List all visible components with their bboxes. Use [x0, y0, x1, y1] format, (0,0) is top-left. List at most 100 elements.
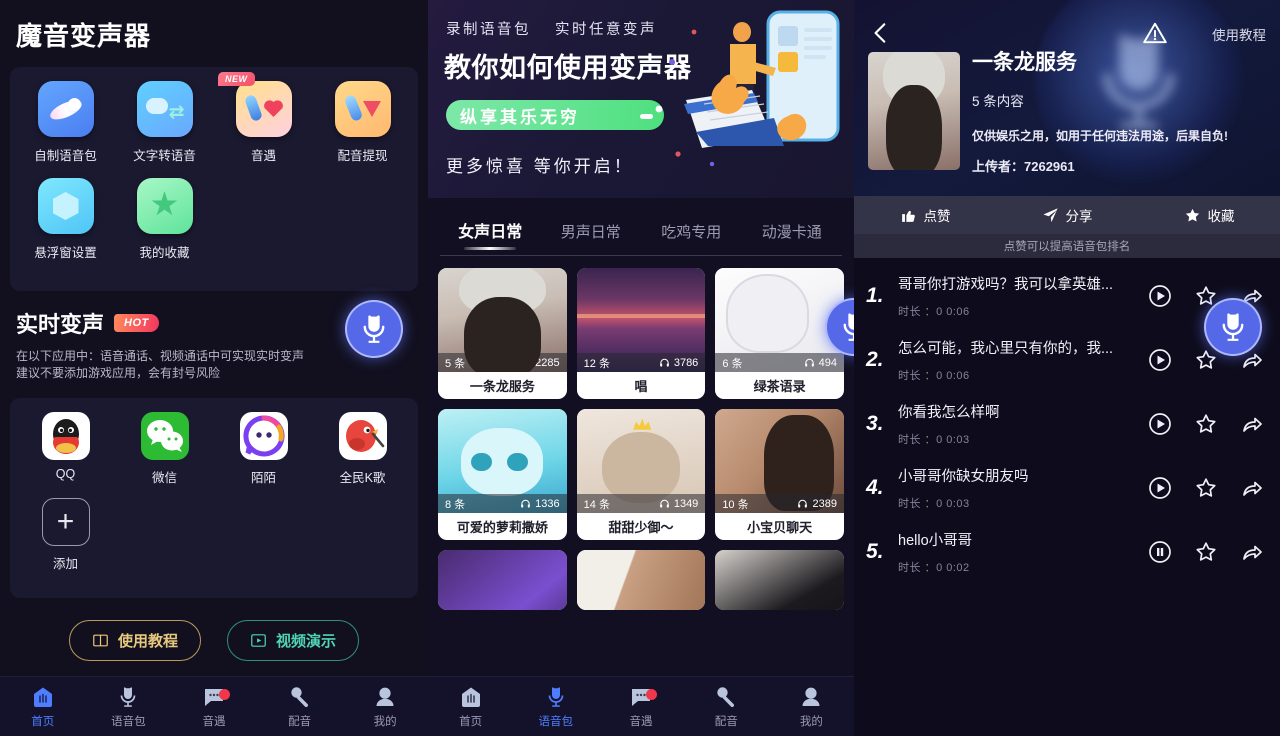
clip-name: 哥哥你打游戏吗？我可以拿英雄...: [898, 277, 1114, 293]
pack-action-bar: 点赞 分享 收藏: [854, 196, 1280, 234]
headphone-icon: [798, 499, 808, 508]
voice-clip-item[interactable]: 5. hello小哥哥 时长 ：0 0:02: [854, 520, 1280, 584]
voice-pack-card-partial[interactable]: [715, 550, 844, 610]
clip-texts: 哥哥你打游戏吗？我可以拿英雄... 时长 ：0 0:06: [898, 273, 1148, 319]
card-meta: 10 条 2389: [715, 494, 844, 513]
voice-pack-card[interactable]: 6 条 494 绿茶语录: [715, 268, 844, 399]
nav-item-配音[interactable]: 配音: [257, 685, 343, 729]
star-icon[interactable]: [1194, 540, 1218, 564]
play-icon[interactable]: [1148, 476, 1172, 500]
tutorial-button-label: 使用教程: [117, 633, 178, 650]
thumbs-up-icon: [901, 210, 915, 222]
duration-value: 0 0:03: [936, 498, 970, 510]
realtime-app-微信[interactable]: 微信: [115, 412, 214, 486]
duration-value: 0 0:03: [936, 434, 970, 446]
voice-pack-card[interactable]: 14 条 1349 甜甜少御～: [576, 409, 706, 540]
share-button[interactable]: 分享: [996, 205, 1138, 225]
card-thumbnail: 14 条 1349: [576, 409, 706, 513]
realtime-app-添加[interactable]: + 添加: [16, 498, 115, 572]
nav-item-我的[interactable]: 我的: [769, 685, 854, 729]
pack-detail-hero: 使用教程 一条龙服务 5 条内容 仅供娱乐之用，如用于任何违法用途，后果自负! …: [854, 0, 1280, 196]
nav-label: 音遇: [629, 715, 653, 728]
star-icon[interactable]: [1194, 476, 1218, 500]
banner-subline-b: 实时任意变声: [555, 22, 657, 38]
pause-icon[interactable]: [1148, 540, 1172, 564]
tab-女声日常[interactable]: 女声日常: [440, 218, 541, 256]
realtime-app-全民K歌[interactable]: 全民K歌: [313, 412, 412, 486]
star-icon[interactable]: [1194, 412, 1218, 436]
pack-info: 一条龙服务 5 条内容 仅供娱乐之用，如用于任何违法用途，后果自负! 上传者：7…: [972, 46, 1268, 175]
wechat-icon: [140, 412, 189, 460]
feature-item-0[interactable]: 自制语音包: [16, 81, 115, 164]
voice-pack-grid: 5 条 2285 一条龙服务 12 条 3786 唱 6 条 494 绿茶语录 …: [428, 256, 854, 610]
tutorial-button[interactable]: 使用教程: [68, 620, 201, 661]
profile-icon: [376, 687, 394, 706]
nav-item-首页[interactable]: 首页: [0, 685, 86, 729]
voice-pack-card[interactable]: 8 条 1336 可爱的萝莉撒娇: [438, 409, 567, 540]
favorite-label: 收藏: [1207, 209, 1235, 224]
voice-clip-item[interactable]: 4. 小哥哥你缺女朋友吗 时长 ：0 0:03: [854, 456, 1280, 520]
voice-pack-card[interactable]: 12 条 3786 唱: [576, 268, 706, 399]
video-demo-button[interactable]: 视频演示: [227, 620, 360, 661]
realtime-app-陌陌[interactable]: 陌陌: [214, 412, 313, 486]
clip-name: 小哥哥你缺女朋友吗: [898, 469, 1029, 485]
nav-item-配音[interactable]: 配音: [684, 685, 769, 729]
share-arrow-icon[interactable]: [1240, 540, 1264, 564]
duration-value: 0 0:06: [936, 306, 970, 318]
banner-footline: 更多惊喜 等你开启！: [446, 157, 634, 176]
nav-item-首页[interactable]: 首页: [428, 685, 513, 729]
feature-item-4[interactable]: 悬浮窗设置: [16, 178, 115, 261]
nav-item-音遇[interactable]: 音遇: [598, 685, 683, 729]
tab-吃鸡专用[interactable]: 吃鸡专用: [641, 221, 742, 256]
floating-mic-button-right[interactable]: [1204, 298, 1262, 356]
nav-item-音遇[interactable]: 音遇: [171, 685, 257, 729]
duration-value: 0 0:06: [936, 370, 970, 382]
nav-label: 语音包: [538, 715, 574, 728]
card-plays: 1336: [520, 498, 560, 510]
share-arrow-icon[interactable]: [1240, 412, 1264, 436]
floating-mic-button-left[interactable]: [345, 300, 403, 358]
nav-label: 我的: [373, 715, 397, 728]
realtime-desc-line1: 在以下应用中：语音通话、视频通话中可实现实时变声: [16, 349, 305, 363]
like-button[interactable]: 点赞: [854, 205, 996, 225]
left-button-row: 使用教程 视频演示: [0, 620, 428, 661]
voice-pack-icon: [548, 686, 564, 707]
realtime-app-QQ[interactable]: QQ: [16, 412, 115, 486]
tab-男声日常[interactable]: 男声日常: [541, 221, 642, 256]
voice-clip-item[interactable]: 3. 你看我怎么样啊 时长 ：0 0:03: [854, 392, 1280, 456]
book-icon: [93, 634, 108, 647]
dubbing-icon: [717, 686, 735, 707]
star-icon[interactable]: [1194, 348, 1218, 372]
promo-banner[interactable]: 录制语音包 实时任意变声 教你如何使用变声器 纵享其乐无穷 更多惊喜 等你开启！: [428, 0, 854, 198]
back-button[interactable]: [868, 20, 894, 46]
feature-label: 悬浮窗设置: [34, 246, 97, 260]
nav-item-我的[interactable]: 我的: [342, 685, 428, 729]
play-icon[interactable]: [1148, 284, 1172, 308]
report-warning-button[interactable]: [1142, 20, 1168, 46]
feature-item-3[interactable]: 配音提现: [313, 81, 412, 164]
play-icon[interactable]: [1148, 412, 1172, 436]
favorite-button[interactable]: 收藏: [1138, 205, 1280, 225]
bottom-nav-middle: 首页 语音包 音遇 配音 我的: [428, 676, 854, 736]
tutorial-link[interactable]: 使用教程: [1212, 24, 1266, 44]
home-icon: [33, 687, 52, 707]
nav-item-语音包[interactable]: 语音包: [86, 685, 172, 729]
card-thumbnail: [438, 550, 567, 610]
banner-title: 教你如何使用变声器: [444, 53, 692, 83]
play-icon[interactable]: [1148, 348, 1172, 372]
voice-pack-card-partial[interactable]: [438, 550, 567, 610]
voice-pack-card-partial[interactable]: [576, 550, 706, 610]
headphone-icon: [521, 358, 531, 367]
tab-动漫卡通[interactable]: 动漫卡通: [742, 221, 843, 256]
feature-item-1[interactable]: 文字转语音: [115, 81, 214, 164]
voice-pack-card[interactable]: 10 条 2389 小宝贝聊天: [715, 409, 844, 540]
banner-subline: 录制语音包 实时任意变声: [446, 18, 657, 39]
nav-item-语音包[interactable]: 语音包: [513, 685, 598, 729]
clip-name: hello小哥哥: [898, 533, 973, 549]
feature-item-2[interactable]: NEW 音遇: [214, 72, 313, 164]
voice-pack-card[interactable]: 5 条 2285 一条龙服务: [438, 268, 567, 399]
clip-name: 怎么可能，我心里只有你的，我...: [898, 341, 1114, 357]
feature-item-5[interactable]: 我的收藏: [115, 178, 214, 261]
feature-grid: 自制语音包 文字转语音 NEW 音遇 配音提现悬浮窗设置 我的收藏: [16, 72, 412, 275]
share-arrow-icon[interactable]: [1240, 476, 1264, 500]
